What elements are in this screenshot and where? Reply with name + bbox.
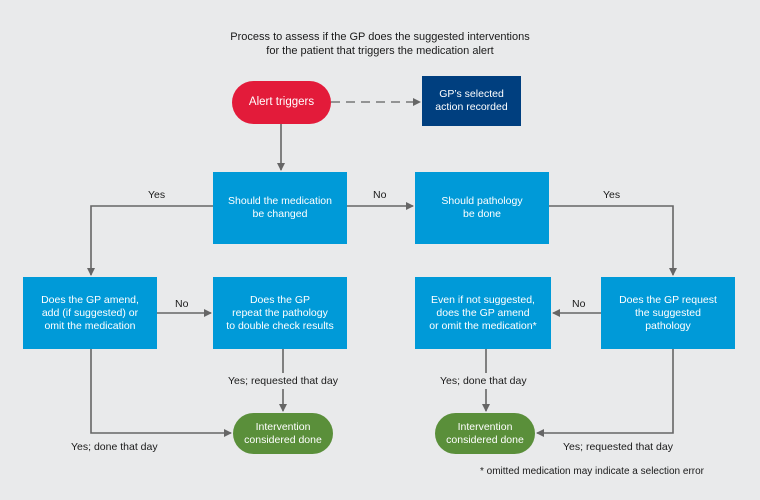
label-request-yes: Yes; requested that day [563,441,673,453]
label-evenif-yes: Yes; done that day [440,375,527,387]
node-evenif-line-1: Even if not suggested, [431,293,535,306]
label-pathology-yes: Yes [603,189,621,201]
node-intervention-done-right: Intervention considered done [435,413,535,454]
node-gp-action-recorded: GP’s selected action recorded [422,76,521,126]
node-amend-line-1: Does the GP amend, [41,293,139,306]
label-amend-no: No [175,298,189,310]
edge-amend-to-done [90,349,232,437]
edge-medchange-to-amend [87,205,213,276]
node-request-line-3: pathology [645,319,691,332]
node-alert-triggers: Alert triggers [232,81,331,124]
node-repeat-line-1: Does the GP [249,293,311,306]
node-repeat-line-2: repeat the pathology [232,306,328,319]
node-done-right-line-1: Intervention [457,420,513,433]
node-request-line-1: Does the GP request [619,293,717,306]
edge-pathology-to-request [549,205,677,276]
label-medchange-yes: Yes [148,189,166,201]
node-pathology-line-2: be done [463,208,501,220]
node-should-pathology-be-done: Should pathology be done [415,172,549,244]
node-recorded-line-1: GP’s selected [439,88,504,100]
node-done-left-line-1: Intervention [255,420,311,433]
node-amend-line-2: add (if suggested) or [41,306,139,319]
node-done-left-line-2: considered done [244,433,322,446]
node-even-if-not-suggested: Even if not suggested, does the GP amend… [415,277,551,349]
label-medchange-no: No [373,189,387,201]
node-medchange-line-1: Should the medication [228,195,332,207]
node-evenif-line-2: does the GP amend [436,306,530,319]
node-repeat-line-3: to double check results [226,319,334,332]
node-intervention-done-left: Intervention considered done [233,413,333,454]
node-gp-repeat-pathology: Does the GP repeat the pathology to doub… [213,277,347,349]
edge-request-to-done [536,349,674,437]
node-alert-triggers-text: Alert triggers [248,96,315,108]
label-request-no: No [572,298,586,310]
node-done-right-line-2: considered done [446,433,524,446]
node-medchange-line-2: be changed [252,208,308,220]
node-request-line-2: the suggested [635,306,701,319]
node-amend-line-3: omit the medication [44,319,136,332]
node-recorded-line-2: action recorded [435,101,508,113]
label-repeat-yes: Yes; requested that day [228,375,338,387]
connectors [87,98,677,437]
node-gp-amend-medication: Does the GP amend, add (if suggested) or… [23,277,157,349]
node-gp-request-pathology: Does the GP request the suggested pathol… [601,277,735,349]
footnote: * omitted medication may indicate a sele… [480,466,704,477]
node-should-medication-change: Should the medication be changed [213,172,347,244]
label-amend-yes: Yes; done that day [71,441,158,453]
node-evenif-line-3: or omit the medication* [429,319,537,332]
node-pathology-line-1: Should pathology [441,195,523,207]
